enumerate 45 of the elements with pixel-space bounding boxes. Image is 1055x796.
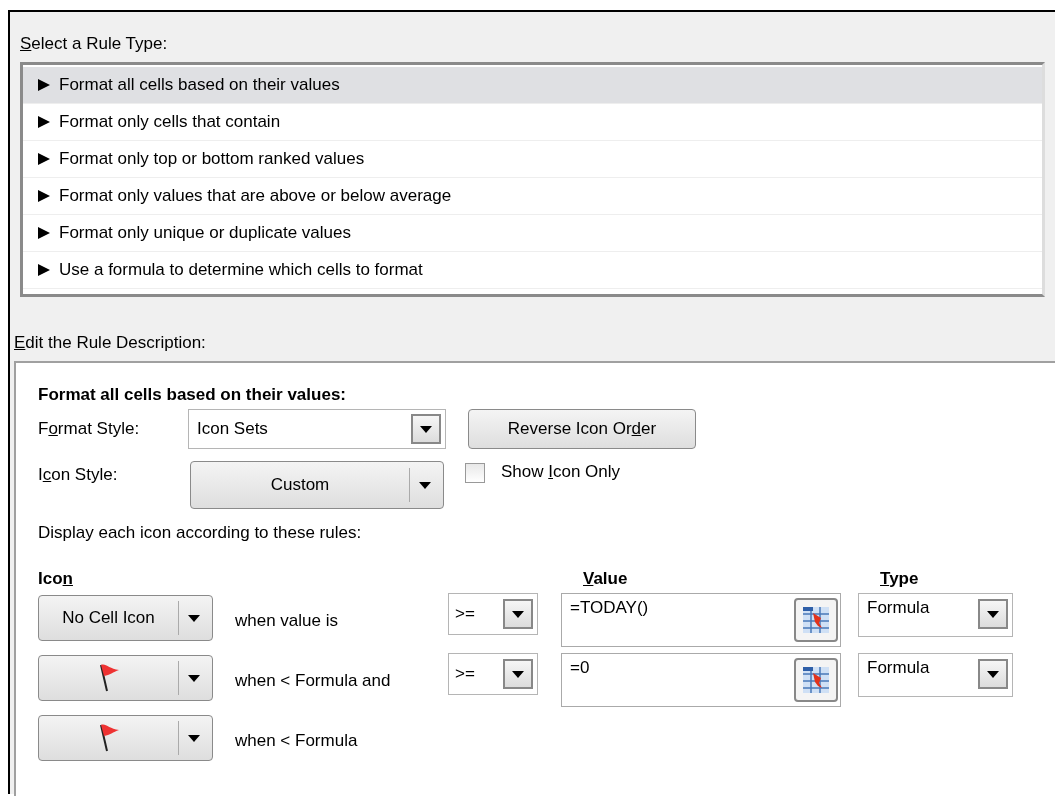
operator-dropdown[interactable]: >= bbox=[448, 593, 538, 635]
caret-icon[interactable] bbox=[503, 599, 533, 629]
condition-text: when < Formula and bbox=[234, 671, 392, 691]
value-field[interactable]: =0 bbox=[561, 653, 841, 707]
format-style-dropdown[interactable]: Icon Sets bbox=[188, 409, 446, 449]
caret-icon[interactable] bbox=[503, 659, 533, 689]
rule-type-item[interactable]: Format only values that are above or below average bbox=[23, 178, 1042, 215]
column-header: Icon bbox=[38, 569, 74, 589]
triangle-icon bbox=[37, 189, 51, 203]
reverse-icon-order-button[interactable]: Reverse Icon Order bbox=[468, 409, 696, 449]
rule-type-item[interactable]: Format only cells that contain bbox=[23, 104, 1042, 141]
condition-text: when value is bbox=[234, 611, 339, 631]
section-label: Select a Rule Type: bbox=[20, 34, 168, 54]
triangle-icon bbox=[37, 115, 51, 129]
description-heading: Format all cells based on their values: bbox=[38, 385, 346, 405]
triangle-icon bbox=[37, 226, 51, 240]
caret-icon[interactable] bbox=[978, 599, 1008, 629]
value-field[interactable]: =TODAY() bbox=[561, 593, 841, 647]
rule-type-item[interactable]: Format all cells based on their values bbox=[23, 67, 1042, 104]
type-dropdown[interactable]: Formula bbox=[858, 593, 1013, 637]
icon-dropdown[interactable]: No Cell Icon bbox=[38, 595, 213, 641]
rules-caption: Display each icon according to these rules: bbox=[38, 523, 362, 542]
icon-dropdown[interactable] bbox=[38, 655, 213, 701]
operator-dropdown[interactable]: >= bbox=[448, 653, 538, 695]
triangle-icon bbox=[37, 263, 51, 277]
cell-picker-icon[interactable] bbox=[794, 598, 838, 642]
icon-style-dropdown[interactable]: Custom bbox=[190, 461, 444, 509]
icon-dropdown[interactable] bbox=[38, 715, 213, 761]
caret-icon[interactable] bbox=[978, 659, 1008, 689]
triangle-icon bbox=[37, 78, 51, 92]
field-label: Format Style: bbox=[38, 419, 141, 439]
rule-type-item[interactable]: Format only unique or duplicate values bbox=[23, 215, 1042, 252]
column-header: Type bbox=[880, 569, 919, 589]
section-label: Edit the Rule Description: bbox=[14, 333, 206, 353]
checkbox[interactable] bbox=[465, 463, 485, 483]
condition-text: when < Formula bbox=[234, 731, 359, 751]
checkbox-label: Show Icon Only bbox=[501, 462, 621, 482]
rule-type-item[interactable]: Use a formula to determine which cells to format bbox=[23, 252, 1042, 289]
cell-picker-icon[interactable] bbox=[794, 658, 838, 702]
caret-icon[interactable] bbox=[411, 414, 441, 444]
column-header: Value bbox=[583, 569, 629, 589]
type-dropdown[interactable]: Formula bbox=[858, 653, 1013, 697]
rule-type-item[interactable]: Format only top or bottom ranked values bbox=[23, 141, 1042, 178]
field-label: Icon Style: bbox=[38, 465, 119, 485]
triangle-icon bbox=[37, 152, 51, 166]
